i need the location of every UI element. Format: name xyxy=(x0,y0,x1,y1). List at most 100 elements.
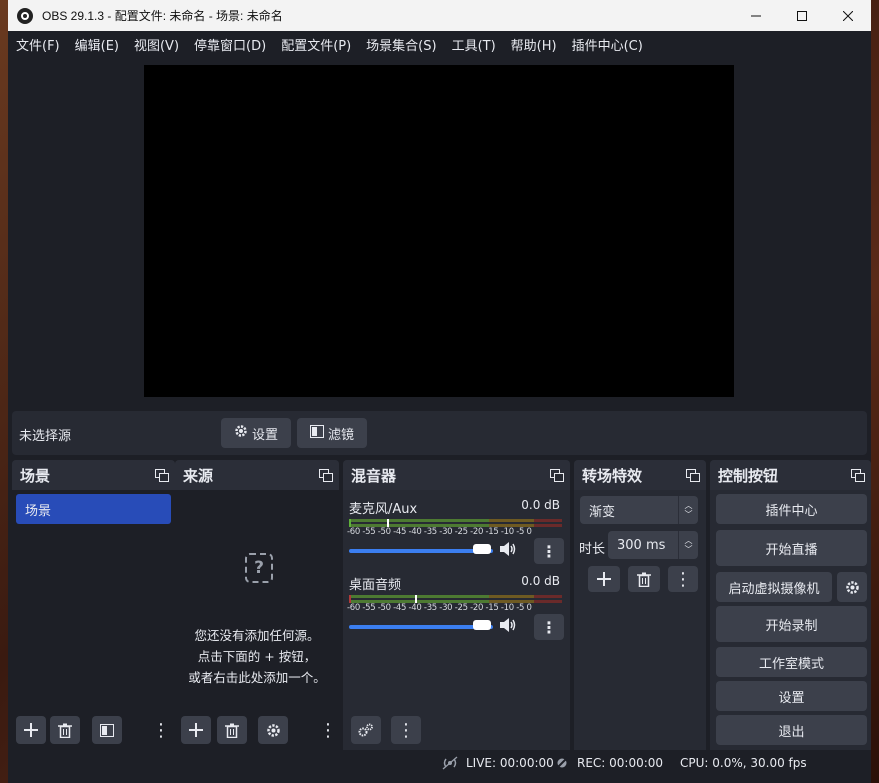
menu-help[interactable]: 帮助(H) xyxy=(511,35,557,54)
duration-label: 时长 xyxy=(579,542,606,557)
exit-button[interactable]: 退出 xyxy=(716,715,867,745)
gears-icon xyxy=(358,723,373,737)
sources-empty-line: 您还没有添加任何源。 xyxy=(194,628,320,643)
virtual-camera-settings-button[interactable] xyxy=(837,572,867,602)
live-timer: LIVE: 00:00:00 xyxy=(466,756,554,770)
sources-dock: 来源 ? 您还没有添加任何源。 点击下面的 + 按钮， 或者右击此处添加一个。 xyxy=(175,460,339,750)
meter-scale: -60 -55 -50 -45 -40 -35 -30 -25 -20 -15 … xyxy=(347,603,532,613)
gear-icon xyxy=(845,580,859,594)
transitions-dock: 转场特效 渐变 ︿ ﹀ 时长 300 ms ︿ ﹀ ⋮ xyxy=(574,460,706,750)
controls-dock: 控制按钮 插件中心 开始直播 启动虚拟摄像机 开始录制 工作室模式 设置 退出 xyxy=(710,460,871,750)
gear-icon xyxy=(266,723,280,737)
channel-name: 麦克风/Aux xyxy=(349,502,418,517)
add-scene-button[interactable] xyxy=(16,716,46,744)
transitions-dock-header: 转场特效 xyxy=(574,460,706,490)
start-streaming-button[interactable]: 开始直播 xyxy=(716,530,867,566)
controls-dock-header: 控制按钮 xyxy=(710,460,871,490)
undock-icon[interactable] xyxy=(686,468,700,482)
start-recording-button[interactable]: 开始录制 xyxy=(716,606,867,642)
duration-spinbox[interactable]: 300 ms ︿ ﹀ xyxy=(608,531,698,559)
volume-slider[interactable] xyxy=(349,549,493,553)
scenes-dock-title: 场景 xyxy=(20,466,51,485)
volume-slider[interactable] xyxy=(349,625,493,629)
remove-source-button[interactable] xyxy=(217,716,247,744)
mixer-dock-header: 混音器 xyxy=(343,460,570,490)
window-title: OBS 29.1.3 - 配置文件: 未命名 - 场景: 未命名 xyxy=(42,9,283,23)
menu-plugin-center[interactable]: 插件中心(C) xyxy=(572,35,643,54)
menu-docks[interactable]: 停靠窗口(D) xyxy=(194,35,266,54)
scene-list-item[interactable]: 场景 xyxy=(16,494,171,524)
menu-file[interactable]: 文件(F) xyxy=(16,35,60,54)
transitions-dock-title: 转场特效 xyxy=(582,466,643,485)
menu-tools[interactable]: 工具(T) xyxy=(452,35,496,54)
transition-select[interactable]: 渐变 ︿ ﹀ xyxy=(580,496,698,524)
menu-scene-collection[interactable]: 场景集合(S) xyxy=(366,35,436,54)
maximize-icon[interactable] xyxy=(779,0,825,31)
kebab-icon: ⋮ xyxy=(319,719,337,741)
controls-dock-title: 控制按钮 xyxy=(718,466,779,485)
plus-icon xyxy=(597,572,611,586)
channel-db: 0.0 dB xyxy=(521,498,560,512)
speaker-icon[interactable] xyxy=(499,541,517,557)
rec-timer: REC: 00:00:00 xyxy=(577,756,664,770)
source-filters-label: 滤镜 xyxy=(327,427,354,443)
title-bar: OBS 29.1.3 - 配置文件: 未命名 - 场景: 未命名 xyxy=(8,0,871,31)
kebab-icon: ⋮ xyxy=(541,617,557,637)
transition-select-value: 渐变 xyxy=(589,504,616,520)
channel-menu-button[interactable]: ⋮ xyxy=(534,614,564,640)
kebab-icon: ⋮ xyxy=(674,568,692,590)
transition-more-button[interactable]: ⋮ xyxy=(668,566,698,592)
menu-view[interactable]: 视图(V) xyxy=(134,35,179,54)
menu-edit[interactable]: 编辑(E) xyxy=(75,35,119,54)
source-filters-button[interactable]: 滤镜 xyxy=(297,418,367,448)
studio-mode-button[interactable]: 工作室模式 xyxy=(716,647,867,677)
trash-icon xyxy=(637,572,651,587)
scenes-list[interactable]: 场景 xyxy=(12,490,175,750)
undock-icon[interactable] xyxy=(319,468,333,482)
undock-icon[interactable] xyxy=(851,468,865,482)
controls-body: 插件中心 开始直播 启动虚拟摄像机 开始录制 工作室模式 设置 退出 xyxy=(710,490,871,750)
add-transition-button[interactable] xyxy=(588,566,620,592)
kebab-icon: ⋮ xyxy=(397,719,415,741)
speaker-icon[interactable] xyxy=(499,617,517,633)
channel-menu-button[interactable]: ⋮ xyxy=(534,538,564,564)
remove-scene-button[interactable] xyxy=(50,716,80,744)
source-properties-label: 设置 xyxy=(251,427,278,443)
add-source-button[interactable] xyxy=(181,716,211,744)
remove-transition-button[interactable] xyxy=(628,566,660,592)
plugin-center-button[interactable]: 插件中心 xyxy=(716,494,867,524)
no-source-selected-label: 未选择源 xyxy=(19,429,72,444)
undock-icon[interactable] xyxy=(155,468,169,482)
sources-footer: ⋮ xyxy=(175,716,339,750)
duration-value: 300 ms xyxy=(617,537,666,553)
sources-dock-header: 来源 xyxy=(175,460,339,490)
preview-canvas[interactable] xyxy=(144,65,734,397)
volume-slider-handle[interactable] xyxy=(473,620,491,630)
channel-name: 桌面音频 xyxy=(349,578,402,593)
scene-more-button[interactable]: ⋮ xyxy=(151,716,171,744)
source-more-button[interactable]: ⋮ xyxy=(318,716,338,744)
close-icon[interactable] xyxy=(825,0,871,31)
settings-button[interactable]: 设置 xyxy=(716,681,867,711)
broadcast-icon xyxy=(440,756,460,773)
scene-filters-button[interactable] xyxy=(92,716,122,744)
minimize-icon[interactable] xyxy=(733,0,779,31)
undock-icon[interactable] xyxy=(550,468,564,482)
sources-empty-line: 点击下面的 + 按钮， xyxy=(197,649,317,664)
status-bar: LIVE: 00:00:00 REC: 00:00:00 CPU: 0.0%, … xyxy=(8,752,871,783)
mixer-more-button[interactable]: ⋮ xyxy=(391,716,421,744)
cpu-status: CPU: 0.0%, 30.00 fps xyxy=(680,756,807,770)
scenes-footer: ⋮ xyxy=(12,716,175,750)
mixer-dock-title: 混音器 xyxy=(351,466,397,485)
advanced-audio-button[interactable] xyxy=(351,716,381,744)
start-virtual-camera-button[interactable]: 启动虚拟摄像机 xyxy=(716,572,832,602)
volume-slider-handle[interactable] xyxy=(473,544,491,554)
source-properties-footer-button[interactable] xyxy=(258,716,288,744)
menu-bar: 文件(F) 编辑(E) 视图(V) 停靠窗口(D) 配置文件(P) 场景集合(S… xyxy=(8,31,871,57)
mixer-footer: ⋮ xyxy=(343,716,570,750)
obs-logo-icon xyxy=(17,7,33,24)
menu-profile[interactable]: 配置文件(P) xyxy=(281,35,351,54)
mixer-channel-mic: 麦克风/Aux 0.0 dB -60 -55 -50 -45 -40 -35 -… xyxy=(347,498,564,568)
sources-list[interactable]: ? 您还没有添加任何源。 点击下面的 + 按钮， 或者右击此处添加一个。 xyxy=(175,490,339,750)
source-properties-button[interactable]: 设置 xyxy=(221,418,291,448)
